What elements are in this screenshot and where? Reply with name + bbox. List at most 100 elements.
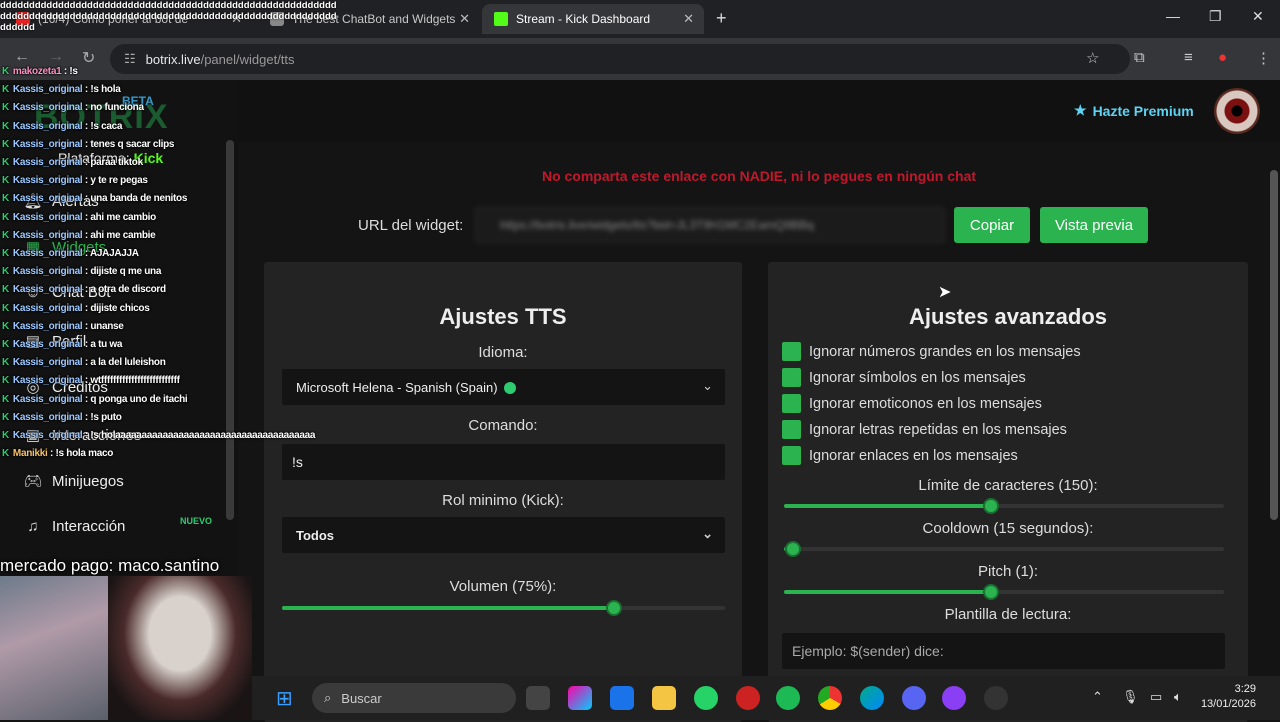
sidebar-item-interaccion[interactable]: ♫ Interacción: [22, 518, 125, 535]
chat-separator: :: [47, 448, 56, 460]
media-control-icon[interactable]: ≡: [1184, 49, 1193, 66]
browser-tab-kick[interactable]: Stream - Kick Dashboard ✕: [482, 4, 704, 34]
ignore-links-checkbox[interactable]: Ignorar enlaces en los mensajes: [782, 446, 1018, 465]
taskbar-clock[interactable]: 3:29 13/01/2026: [1196, 682, 1256, 712]
chat-message: Kmakozeta1 : !s: [2, 66, 78, 77]
page-scrollbar[interactable]: [1270, 170, 1278, 520]
command-input[interactable]: !s: [282, 444, 725, 480]
file-explorer-icon[interactable]: [652, 686, 676, 710]
copy-button[interactable]: Copiar: [954, 207, 1030, 243]
checkbox-checked[interactable]: [782, 394, 801, 413]
close-window-icon[interactable]: ✕: [1252, 8, 1264, 25]
option-label: Ignorar letras repetidas en los mensajes: [809, 421, 1067, 438]
bookmark-star-icon[interactable]: ☆: [1086, 49, 1099, 67]
kick-badge-icon: K: [2, 66, 9, 77]
slider-thumb[interactable]: [982, 584, 999, 600]
reload-icon[interactable]: ↻: [82, 48, 95, 68]
kick-badge-icon: K: [2, 411, 9, 423]
app-dark-icon[interactable]: [984, 686, 1008, 710]
forward-icon[interactable]: →: [48, 48, 64, 66]
security-warning: No comparta este enlace con NADIE, ni lo…: [541, 168, 977, 184]
language-select[interactable]: Microsoft Helena - Spanish (Spain) ⌄: [282, 369, 725, 405]
chat-text: dijiste q me una: [90, 266, 162, 278]
preview-button[interactable]: Vista previa: [1040, 207, 1148, 243]
maximize-icon[interactable]: ❐: [1209, 8, 1222, 25]
premium-button[interactable]: ★ Hazte Premium: [1074, 102, 1194, 119]
chat-username: Kassis_original: [12, 302, 83, 314]
avatar[interactable]: [1214, 88, 1260, 134]
kick-icon: [494, 12, 508, 26]
extensions-icon[interactable]: ⧉: [1134, 49, 1145, 66]
chat-username: Kassis_original: [12, 229, 83, 241]
checkbox-checked[interactable]: [782, 368, 801, 387]
chat-text: tenes q sacar clips: [90, 138, 175, 150]
ignore-big-numbers-checkbox[interactable]: Ignorar números grandes en los mensajes: [782, 342, 1081, 361]
ignore-emotes-checkbox[interactable]: Ignorar emoticonos en los mensajes: [782, 394, 1042, 413]
tray-overflow-icon[interactable]: ⌃: [1092, 689, 1103, 705]
discord-icon[interactable]: [902, 686, 926, 710]
spotify-icon[interactable]: [776, 686, 800, 710]
microphone-icon[interactable]: 🎙︎: [1122, 689, 1139, 705]
site-info-icon[interactable]: ☷: [124, 51, 136, 67]
slider-thumb[interactable]: [784, 541, 801, 557]
new-badge: NUEVO: [180, 516, 213, 526]
chat-message: K Kassis_original : a otra de discord: [2, 284, 166, 295]
profile-icon[interactable]: ●: [1218, 49, 1227, 66]
back-icon[interactable]: ←: [14, 48, 30, 66]
volume-slider[interactable]: [282, 600, 725, 616]
network-icon[interactable]: ▭: [1150, 689, 1162, 705]
slider-fill: [784, 590, 991, 594]
chat-text: dijiste chicos: [90, 302, 150, 314]
windows-taskbar: ⊞ ⌕ Buscar ⌃ 🎙︎ ▭ 🔈︎ 3:29 13/01/2026: [252, 676, 1280, 720]
checkbox-checked[interactable]: [782, 420, 801, 439]
kick-badge-icon: K: [2, 375, 9, 387]
minimize-icon[interactable]: —: [1166, 8, 1180, 24]
clock-date: 13/01/2026: [1200, 698, 1256, 710]
pitch-slider[interactable]: [784, 584, 1224, 600]
star-icon: ★: [1074, 102, 1087, 118]
ignore-repeated-letters-checkbox[interactable]: Ignorar letras repetidas en los mensajes: [782, 420, 1067, 439]
volume-icon[interactable]: 🔈︎: [1174, 689, 1182, 705]
menu-icon[interactable]: ⋮: [1256, 49, 1271, 67]
search-icon: ⌕: [324, 690, 332, 705]
sidebar-item-minijuegos[interactable]: 🎮︎ Minijuegos: [22, 472, 123, 491]
app-purple-icon[interactable]: [942, 686, 966, 710]
panel-title: Ajustes TTS: [439, 304, 567, 329]
cooldown-slider[interactable]: [784, 541, 1224, 557]
role-value: Todos: [296, 528, 335, 543]
template-input[interactable]: Ejemplo: $(sender) dice:: [782, 633, 1225, 669]
checkbox-checked[interactable]: [782, 446, 801, 465]
close-icon[interactable]: ✕: [459, 11, 470, 27]
windows-start-icon[interactable]: ⊞: [276, 686, 293, 711]
ignore-symbols-checkbox[interactable]: Ignorar símbolos en los mensajes: [782, 368, 1026, 387]
language-label: Idioma:: [478, 344, 528, 361]
whatsapp-icon[interactable]: [694, 686, 718, 710]
sidebar-scrollbar[interactable]: [226, 140, 234, 520]
chat-text: una banda de nenitos: [90, 193, 188, 205]
chat-username: Kassis_original: [12, 375, 83, 387]
chat-message: K Kassis_original : dijiste q me una: [2, 266, 161, 277]
role-select[interactable]: Todos ⌄: [282, 517, 725, 553]
checkbox-checked[interactable]: [782, 342, 801, 361]
char-limit-slider[interactable]: [784, 498, 1224, 514]
copilot-icon[interactable]: [568, 686, 592, 710]
new-tab-icon[interactable]: +: [716, 8, 727, 29]
address-bar[interactable]: ☷ botrix.live/panel/widget/tts: [110, 44, 1130, 74]
chat-username: Kassis_original: [12, 320, 83, 332]
edge-icon[interactable]: [860, 686, 884, 710]
chrome-icon[interactable]: [818, 686, 842, 710]
task-view-icon[interactable]: [526, 686, 550, 710]
store-icon[interactable]: [610, 686, 634, 710]
kick-badge-icon: K: [2, 175, 9, 187]
webcam-overlay: [0, 576, 252, 720]
chat-message: K Kassis_original : !s caca: [2, 121, 122, 132]
widget-url-field[interactable]: https://botrix.live/widgets/tts?bid=JL3T…: [475, 207, 945, 243]
slider-thumb[interactable]: [982, 498, 999, 514]
chat-message: K Kassis_original : unanse: [2, 321, 124, 332]
close-icon[interactable]: ✕: [683, 11, 694, 27]
music-note-icon: ♫: [27, 518, 39, 535]
command-label: Comando:: [468, 417, 538, 434]
app-red-icon[interactable]: [736, 686, 760, 710]
tts-settings-panel: Ajustes TTS Idioma: Comando: Rol minimo …: [264, 262, 742, 722]
taskbar-search[interactable]: ⌕ Buscar: [312, 683, 516, 713]
